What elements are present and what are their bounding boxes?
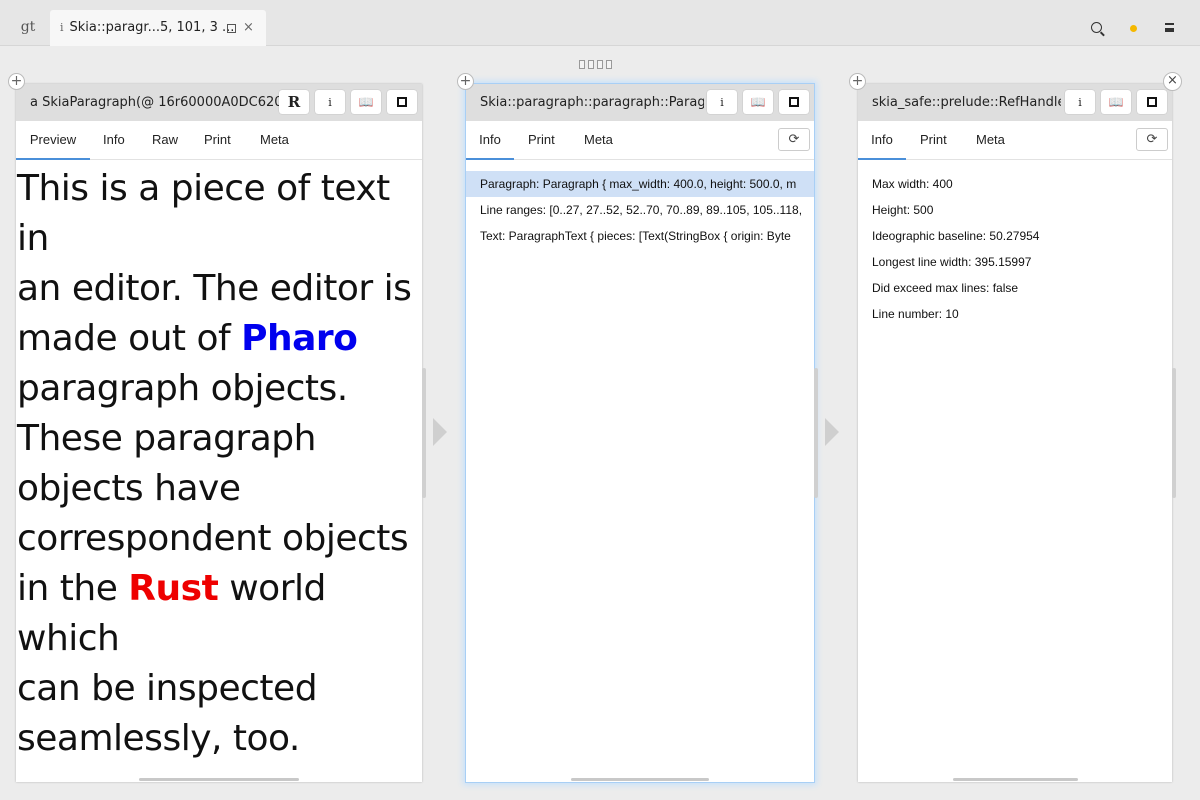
rust-word: Rust bbox=[128, 568, 219, 609]
panel-resizer[interactable] bbox=[422, 368, 426, 498]
panel-header: a SkiaParagraph(@ 16r60000A0DC620) R i 📖 bbox=[16, 84, 422, 121]
list-item[interactable]: Max width: 400 bbox=[858, 171, 1172, 197]
preview-line: objects have bbox=[17, 468, 241, 509]
tab-meta[interactable]: Meta bbox=[584, 121, 613, 160]
menu-icon[interactable] bbox=[1165, 23, 1174, 32]
panel-tabs: Info Print Meta ⟳ bbox=[858, 121, 1172, 160]
refresh-icon: ⟳ bbox=[1146, 132, 1158, 147]
preview-line: These paragraph bbox=[17, 418, 316, 459]
maximize-button[interactable] bbox=[779, 90, 809, 114]
tab-raw[interactable]: Raw bbox=[152, 121, 178, 160]
panel-resizer[interactable] bbox=[1172, 368, 1176, 498]
browse-book-button[interactable]: 📖 bbox=[351, 90, 381, 114]
square-icon bbox=[397, 96, 407, 107]
paragraph-preview[interactable]: This is a piece of text in an editor. Th… bbox=[17, 164, 421, 764]
list-item[interactable]: Ideographic baseline: 50.27954 bbox=[858, 223, 1172, 249]
book-icon: 📖 bbox=[358, 95, 374, 109]
refresh-icon: ⟳ bbox=[788, 132, 800, 147]
raw-r-button[interactable]: R bbox=[279, 90, 309, 114]
close-icon[interactable]: × bbox=[243, 10, 254, 46]
maximize-button[interactable] bbox=[387, 90, 417, 114]
inspector-panel-refhandle: skia_safe::prelude::RefHandle<sk i 📖 Inf… bbox=[858, 84, 1172, 782]
horizontal-scrollbar[interactable] bbox=[571, 778, 709, 781]
inspect-button[interactable]: i bbox=[707, 90, 737, 114]
preview-line: made out of Pharo bbox=[17, 318, 358, 359]
preview-line: can be inspected bbox=[17, 668, 318, 709]
close-pane-button[interactable]: × bbox=[1163, 72, 1182, 91]
book-icon: 📖 bbox=[1108, 95, 1124, 109]
pharo-word: Pharo bbox=[241, 318, 358, 359]
panel-header: Skia::paragraph::paragraph::ParagraphL i… bbox=[466, 84, 814, 121]
preview-line: paragraph objects. bbox=[17, 368, 348, 409]
panel-resizer[interactable] bbox=[814, 368, 818, 498]
panel-title: skia_safe::prelude::RefHandle<sk bbox=[872, 95, 1061, 110]
inspect-button[interactable]: i bbox=[315, 90, 345, 114]
tab-info[interactable]: Info bbox=[466, 121, 514, 160]
square-icon bbox=[789, 96, 799, 107]
add-pane-button[interactable]: + bbox=[457, 73, 474, 90]
preview-line: This is a piece of text in bbox=[17, 168, 390, 259]
pager-dot[interactable] bbox=[606, 60, 612, 69]
add-pane-button[interactable]: + bbox=[849, 73, 866, 90]
inspector-panel-paragraph: a SkiaParagraph(@ 16r60000A0DC620) R i 📖… bbox=[16, 84, 422, 782]
pager-dot[interactable] bbox=[597, 60, 603, 69]
next-arrow-icon bbox=[433, 418, 447, 446]
panel-tabs: Preview Info Raw Print Meta bbox=[16, 121, 422, 160]
tab-print[interactable]: Print bbox=[528, 121, 555, 160]
top-tab-inspector[interactable]: i Skia::paragr...5, 101, 3 ... × bbox=[50, 10, 266, 46]
gt-logo[interactable]: gt bbox=[12, 9, 44, 45]
square-icon bbox=[1147, 96, 1157, 107]
list-item[interactable]: Text: ParagraphText { pieces: [Text(Stri… bbox=[466, 223, 814, 249]
refresh-button[interactable]: ⟳ bbox=[1136, 128, 1168, 151]
inspector-panel-rust-paragraph: Skia::paragraph::paragraph::ParagraphL i… bbox=[466, 84, 814, 782]
list-item[interactable]: Line number: 10 bbox=[858, 301, 1172, 327]
maximize-icon[interactable] bbox=[227, 24, 236, 33]
tab-print[interactable]: Print bbox=[920, 121, 947, 160]
next-arrow-icon bbox=[825, 418, 839, 446]
horizontal-scrollbar[interactable] bbox=[953, 778, 1078, 781]
list-item[interactable]: Did exceed max lines: false bbox=[858, 275, 1172, 301]
preview-line: in the Rust world which bbox=[17, 568, 326, 659]
info-list: Max width: 400 Height: 500 Ideographic b… bbox=[858, 171, 1172, 327]
panel-title: a SkiaParagraph(@ 16r60000A0DC620) bbox=[30, 95, 285, 110]
list-item[interactable]: Longest line width: 395.15997 bbox=[858, 249, 1172, 275]
list-item[interactable]: Paragraph: Paragraph { max_width: 400.0,… bbox=[466, 171, 814, 197]
preview-line: seamlessly, too. bbox=[17, 718, 300, 759]
panel-header: skia_safe::prelude::RefHandle<sk i 📖 bbox=[858, 84, 1172, 121]
preview-line: an editor. The editor is bbox=[17, 268, 412, 309]
preview-line: correspondent objects bbox=[17, 518, 409, 559]
tab-meta[interactable]: Meta bbox=[260, 121, 289, 160]
top-tab-label: Skia::paragr...5, 101, 3 ... bbox=[69, 20, 235, 35]
browse-book-button[interactable]: 📖 bbox=[1101, 90, 1131, 114]
maximize-button[interactable] bbox=[1137, 90, 1167, 114]
pager-dot[interactable] bbox=[588, 60, 594, 69]
top-tab-bar: gt i Skia::paragr...5, 101, 3 ... × bbox=[0, 0, 1200, 46]
book-icon: 📖 bbox=[750, 95, 766, 109]
notification-dot-icon[interactable] bbox=[1130, 25, 1137, 32]
list-item[interactable]: Height: 500 bbox=[858, 197, 1172, 223]
tab-info[interactable]: Info bbox=[103, 121, 125, 160]
info-list: Paragraph: Paragraph { max_width: 400.0,… bbox=[466, 171, 814, 249]
add-pane-button[interactable]: + bbox=[8, 73, 25, 90]
list-item[interactable]: Line ranges: [0..27, 27..52, 52..70, 70.… bbox=[466, 197, 814, 223]
tab-preview[interactable]: Preview bbox=[16, 121, 90, 160]
tab-meta[interactable]: Meta bbox=[976, 121, 1005, 160]
tab-print[interactable]: Print bbox=[204, 121, 231, 160]
pager-dot[interactable] bbox=[579, 60, 585, 69]
browse-book-button[interactable]: 📖 bbox=[743, 90, 773, 114]
pager-indicator[interactable] bbox=[579, 54, 615, 73]
panel-title: Skia::paragraph::paragraph::ParagraphL bbox=[480, 95, 704, 110]
refresh-button[interactable]: ⟳ bbox=[778, 128, 810, 151]
search-icon[interactable] bbox=[1091, 22, 1102, 33]
info-icon: i bbox=[60, 21, 64, 34]
inspect-button[interactable]: i bbox=[1065, 90, 1095, 114]
panel-tabs: Info Print Meta ⟳ bbox=[466, 121, 814, 160]
tab-info[interactable]: Info bbox=[858, 121, 906, 160]
horizontal-scrollbar[interactable] bbox=[139, 778, 299, 781]
